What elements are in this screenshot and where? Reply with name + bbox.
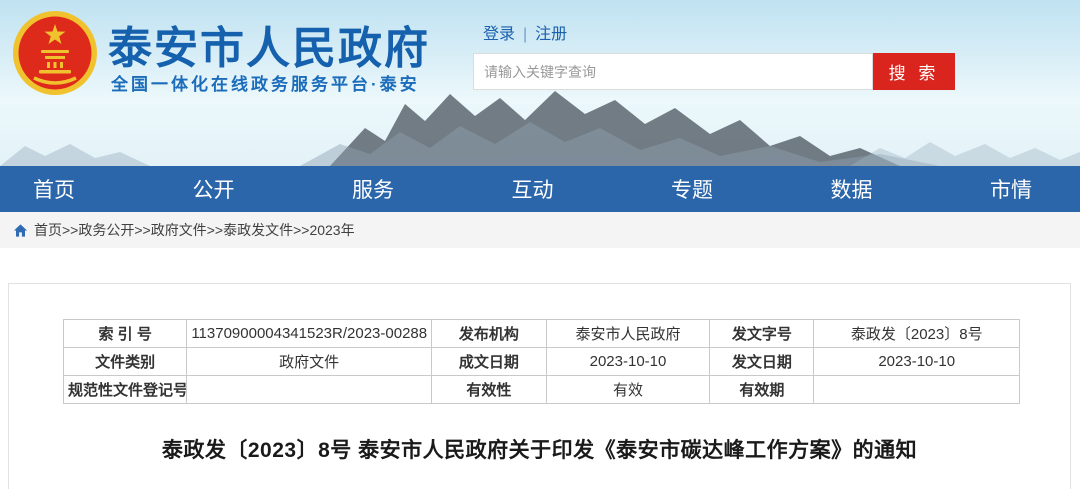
- search-input[interactable]: [473, 53, 873, 90]
- document-card: 索 引 号 11370900004341523R/2023-00288 发布机构…: [8, 283, 1071, 489]
- nav-item-open[interactable]: 公开: [193, 174, 235, 204]
- written-date-label: 成文日期: [432, 348, 547, 376]
- nav-item-services[interactable]: 服务: [352, 174, 394, 204]
- table-row: 文件类别 政府文件 成文日期 2023-10-10 发文日期 2023-10-1…: [64, 348, 1020, 376]
- table-row: 索 引 号 11370900004341523R/2023-00288 发布机构…: [64, 320, 1020, 348]
- login-register-separator: |: [523, 26, 527, 43]
- index-number-label: 索 引 号: [64, 320, 187, 348]
- written-date-value: 2023-10-10: [546, 348, 709, 376]
- document-number-label: 发文字号: [710, 320, 814, 348]
- header-banner: 泰安市人民政府 全国一体化在线政务服务平台·泰安 登录 | 注册 搜 索: [0, 0, 1080, 166]
- issue-date-label: 发文日期: [710, 348, 814, 376]
- document-number-value: 泰政发〔2023〕8号: [814, 320, 1020, 348]
- site-tagline: 全国一体化在线政务服务平台·泰安: [111, 70, 420, 95]
- validity-label: 有效性: [432, 376, 547, 404]
- breadcrumb-item-home[interactable]: 首页: [34, 220, 62, 240]
- site-title: 泰安市人民政府: [108, 12, 430, 76]
- validity-period-label: 有效期: [710, 376, 814, 404]
- breadcrumb-item-year-2023[interactable]: 2023年: [309, 220, 354, 240]
- index-number-value: 11370900004341523R/2023-00288: [187, 320, 432, 348]
- issue-date-value: 2023-10-10: [814, 348, 1020, 376]
- validity-value: 有效: [546, 376, 709, 404]
- page: 泰安市人民政府 全国一体化在线政务服务平台·泰安 登录 | 注册 搜 索 首页 公开…: [0, 0, 1080, 489]
- breadcrumb-item-gov-files[interactable]: 政府文件: [151, 220, 207, 240]
- nav-item-cityinfo[interactable]: 市情: [990, 174, 1032, 204]
- account-links: 登录 | 注册: [483, 20, 567, 44]
- main-nav: 首页 公开 服务 互动 专题 数据 市情: [0, 166, 1080, 212]
- nav-item-topics[interactable]: 专题: [671, 174, 713, 204]
- search-bar: 搜 索: [473, 53, 955, 90]
- regulatory-reg-number-value: [187, 376, 432, 404]
- nav-item-home[interactable]: 首页: [33, 174, 75, 204]
- table-row: 规范性文件登记号 有效性 有效 有效期: [64, 376, 1020, 404]
- site-logo[interactable]: 泰安市人民政府 全国一体化在线政务服务平台·泰安: [12, 8, 442, 108]
- breadcrumb-separator: >>: [62, 222, 78, 238]
- breadcrumb-item-gov-open[interactable]: 政务公开: [78, 220, 134, 240]
- breadcrumb-item-taizhengfa-files[interactable]: 泰政发文件: [223, 220, 293, 240]
- file-category-label: 文件类别: [64, 348, 187, 376]
- search-button[interactable]: 搜 索: [873, 53, 955, 90]
- login-link[interactable]: 登录: [483, 26, 515, 43]
- file-category-value: 政府文件: [187, 348, 432, 376]
- breadcrumb-separator: >>: [207, 222, 223, 238]
- validity-period-value: [814, 376, 1020, 404]
- issuing-agency-label: 发布机构: [432, 320, 547, 348]
- breadcrumb-separator: >>: [293, 222, 309, 238]
- national-emblem-icon: [12, 10, 98, 96]
- breadcrumb: 首页>>政务公开>>政府文件>>泰政发文件>>2023年: [0, 212, 1080, 248]
- document-metadata-table: 索 引 号 11370900004341523R/2023-00288 发布机构…: [63, 319, 1020, 404]
- issuing-agency-value: 泰安市人民政府: [546, 320, 709, 348]
- breadcrumb-separator: >>: [134, 222, 150, 238]
- nav-item-interact[interactable]: 互动: [512, 174, 554, 204]
- register-link[interactable]: 注册: [535, 26, 567, 43]
- regulatory-reg-number-label: 规范性文件登记号: [64, 376, 187, 404]
- nav-item-data[interactable]: 数据: [831, 174, 873, 204]
- home-icon: [13, 223, 28, 238]
- document-title: 泰政发〔2023〕8号 泰安市人民政府关于印发《泰安市碳达峰工作方案》的通知: [9, 434, 1070, 464]
